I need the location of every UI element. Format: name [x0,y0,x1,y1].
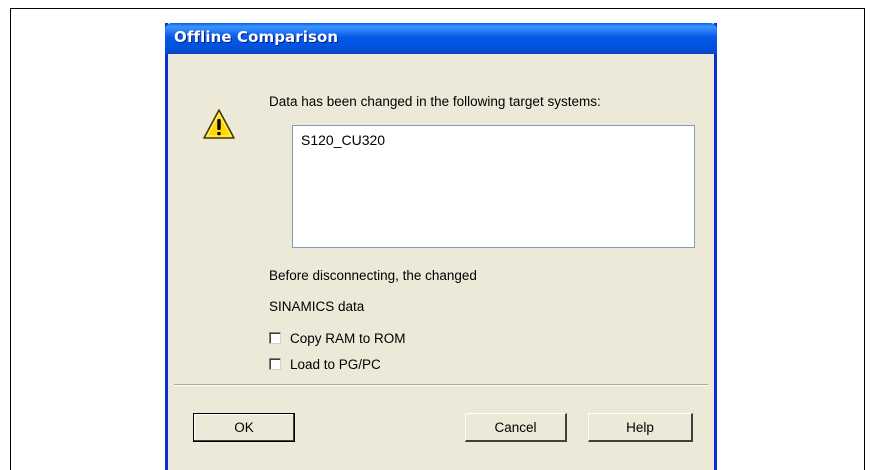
load-to-pgpc-checkbox[interactable] [269,358,281,370]
divider [174,384,708,386]
load-to-pgpc-label: Load to PG/PC [290,356,381,372]
load-to-pgpc-option[interactable]: Load to PG/PC [269,356,381,372]
sinamics-data-text: SINAMICS data [269,299,365,314]
copy-ram-to-rom-label: Copy RAM to ROM [290,330,406,346]
target-systems-list[interactable]: S120_CU320 [292,125,695,248]
warning-icon [203,109,235,139]
list-item[interactable]: S120_CU320 [301,132,385,148]
title-bar[interactable]: Offline Comparison [165,23,717,54]
dialog-title: Offline Comparison [174,28,339,46]
help-button[interactable]: Help [588,413,693,442]
copy-ram-to-rom-option[interactable]: Copy RAM to ROM [269,330,406,346]
before-disconnect-text: Before disconnecting, the changed [269,268,477,283]
ok-button[interactable]: OK [193,413,295,442]
message-text: Data has been changed in the following t… [269,94,601,109]
offline-comparison-dialog: Offline Comparison Data has been changed… [165,23,717,470]
copy-ram-to-rom-checkbox[interactable] [269,332,281,344]
cancel-button[interactable]: Cancel [465,413,567,442]
